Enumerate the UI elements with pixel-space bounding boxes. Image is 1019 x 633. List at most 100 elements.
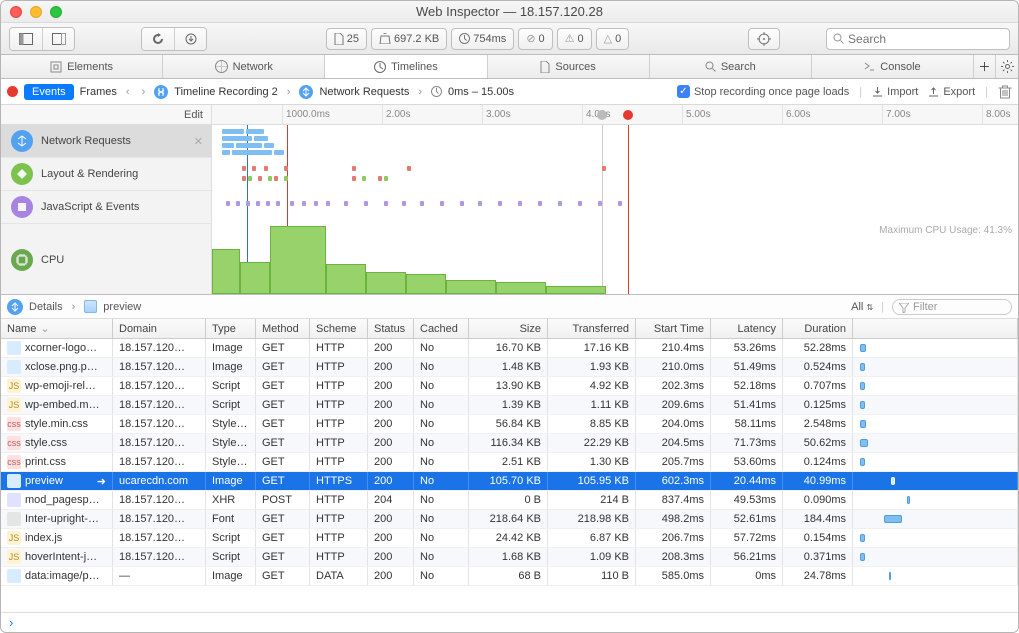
nav-back-button[interactable]: ‹: [123, 86, 133, 98]
resource-count-pill[interactable]: 25: [326, 28, 367, 50]
tab-sources[interactable]: Sources: [488, 55, 650, 78]
stop-on-load-checkbox[interactable]: ✓Stop recording once page loads: [677, 85, 849, 98]
table-row[interactable]: JSwp-emoji-rel…18.157.120…ScriptGETHTTP2…: [1, 377, 1018, 396]
col-cached[interactable]: Cached: [414, 319, 469, 338]
col-latency[interactable]: Latency: [711, 319, 783, 338]
cell-cached: No: [414, 472, 469, 490]
tab-elements[interactable]: Elements: [1, 55, 163, 78]
cell-scheme: HTTP: [310, 358, 368, 376]
record-button[interactable]: [7, 86, 18, 97]
goto-icon[interactable]: ➜: [97, 475, 106, 488]
events-view-toggle[interactable]: Events: [24, 84, 74, 100]
toggle-left-sidebar-button[interactable]: [10, 28, 42, 50]
table-row[interactable]: JSindex.js18.157.120…ScriptGETHTTP200No2…: [1, 529, 1018, 548]
timeline-graph[interactable]: Maximum CPU Usage: 41.3%: [212, 125, 1018, 294]
zoom-window-button[interactable]: [50, 6, 62, 18]
sort-desc-icon: ⌄: [40, 322, 49, 335]
cell-start: 204.5ms: [636, 434, 711, 452]
timelines-icon: [374, 61, 386, 73]
table-row[interactable]: data:image/p…—ImageGETDATA200No68 B110 B…: [1, 567, 1018, 586]
preview-icon: [84, 300, 97, 313]
error-icon: ⊘: [526, 32, 535, 45]
table-row[interactable]: mod_pagesp…18.157.120…XHRPOSTHTTP204No0 …: [1, 491, 1018, 510]
cell-type: Font: [206, 510, 256, 528]
tab-settings-button[interactable]: [996, 55, 1018, 78]
range-end-handle[interactable]: [623, 110, 633, 120]
time-range[interactable]: 0ms – 15.00s: [448, 86, 514, 98]
timeline-ruler[interactable]: Edit 1000.0ms2.00s3.00s4.00s5.00s6.00s7.…: [1, 105, 1018, 125]
warning-icon: ⚠: [565, 32, 575, 45]
col-waterfall[interactable]: [853, 319, 1018, 338]
cell-domain: 18.157.120…: [113, 415, 206, 433]
cell-method: GET: [256, 396, 310, 414]
nav-forward-button[interactable]: ›: [139, 86, 149, 98]
clear-button[interactable]: [998, 85, 1012, 99]
table-row[interactable]: xcorner-logo…18.157.120…ImageGETHTTP200N…: [1, 339, 1018, 358]
export-button[interactable]: Export: [928, 86, 975, 98]
filter-input[interactable]: Filter: [892, 299, 1012, 315]
console-prompt[interactable]: ›: [1, 612, 1018, 632]
track-layout-rendering[interactable]: Layout & Rendering: [1, 158, 211, 191]
table-row[interactable]: cssstyle.css18.157.120…Style…GETHTTP200N…: [1, 434, 1018, 453]
minimize-window-button[interactable]: [30, 6, 42, 18]
cell-scheme: HTTP: [310, 415, 368, 433]
table-row[interactable]: cssprint.css18.157.120…Style…GETHTTP200N…: [1, 453, 1018, 472]
table-row[interactable]: JShoverIntent-j…18.157.120…ScriptGETHTTP…: [1, 548, 1018, 567]
edit-timelines-button[interactable]: Edit: [1, 105, 212, 124]
table-row[interactable]: cssstyle.min.css18.157.120…Style…GETHTTP…: [1, 415, 1018, 434]
track-javascript-events[interactable]: JavaScript & Events: [1, 191, 211, 224]
table-row[interactable]: JSwp-embed.m…18.157.120…ScriptGETHTTP200…: [1, 396, 1018, 415]
col-name[interactable]: Name⌄: [1, 319, 113, 338]
details-label[interactable]: Details: [29, 301, 63, 313]
close-window-button[interactable]: [10, 6, 22, 18]
table-row[interactable]: Inter-upright-…18.157.120…FontGETHTTP200…: [1, 510, 1018, 529]
col-method[interactable]: Method: [256, 319, 310, 338]
col-scheme[interactable]: Scheme: [310, 319, 368, 338]
tab-timelines[interactable]: Timelines: [325, 55, 487, 78]
close-icon[interactable]: ✕: [194, 135, 203, 148]
reload-button[interactable]: [142, 28, 174, 50]
toolbar-search[interactable]: [826, 28, 1010, 50]
col-transferred[interactable]: Transferred: [548, 319, 636, 338]
toolbar-search-input[interactable]: [848, 32, 1003, 46]
table-row[interactable]: xclose.png.p…18.157.120…ImageGETHTTP200N…: [1, 358, 1018, 377]
load-time-pill[interactable]: 754ms: [451, 28, 514, 50]
tab-search[interactable]: Search: [650, 55, 812, 78]
col-type[interactable]: Type: [206, 319, 256, 338]
cell-latency: 71.73ms: [711, 434, 783, 452]
frames-view-toggle[interactable]: Frames: [80, 86, 117, 98]
cell-transferred: 8.85 KB: [548, 415, 636, 433]
file-type-icon: [7, 512, 21, 526]
toggle-right-sidebar-button[interactable]: [42, 28, 74, 50]
transfer-weight-pill[interactable]: 697.2 KB: [371, 28, 447, 50]
col-status[interactable]: Status: [368, 319, 414, 338]
table-row[interactable]: preview➜ucarecdn.comImageGETHTTPS200No10…: [1, 472, 1018, 491]
col-duration[interactable]: Duration: [783, 319, 853, 338]
track-network-requests[interactable]: Network Requests ✕: [1, 125, 211, 158]
col-domain[interactable]: Domain: [113, 319, 206, 338]
section-name[interactable]: Network Requests: [319, 86, 409, 98]
timeline-pathbar: Events Frames ‹ › Timeline Recording 2 ›…: [1, 79, 1018, 105]
cell-duration: 0.124ms: [783, 453, 853, 471]
download-button[interactable]: [174, 28, 206, 50]
track-cpu[interactable]: CPU: [1, 224, 211, 295]
range-start-handle[interactable]: [597, 110, 607, 120]
col-size[interactable]: Size: [469, 319, 548, 338]
scope-selector[interactable]: All ⇅: [851, 301, 873, 313]
details-item[interactable]: preview: [103, 301, 141, 313]
warnings-pill[interactable]: ⚠0: [557, 28, 592, 50]
errors-pill[interactable]: ⊘0: [518, 28, 552, 50]
import-button[interactable]: Import: [872, 86, 918, 98]
logs-pill[interactable]: △0: [596, 28, 630, 50]
cell-duration: 184.4ms: [783, 510, 853, 528]
cell-type: Image: [206, 358, 256, 376]
file-type-icon: JS: [7, 398, 21, 412]
cell-latency: 53.26ms: [711, 339, 783, 357]
recording-name[interactable]: Timeline Recording 2: [174, 86, 278, 98]
element-picker-button[interactable]: [748, 28, 780, 50]
tab-network[interactable]: Network: [163, 55, 325, 78]
cell-latency: 52.18ms: [711, 377, 783, 395]
new-tab-button[interactable]: ＋: [974, 55, 996, 78]
tab-console[interactable]: Console: [812, 55, 974, 78]
col-start-time[interactable]: Start Time: [636, 319, 711, 338]
